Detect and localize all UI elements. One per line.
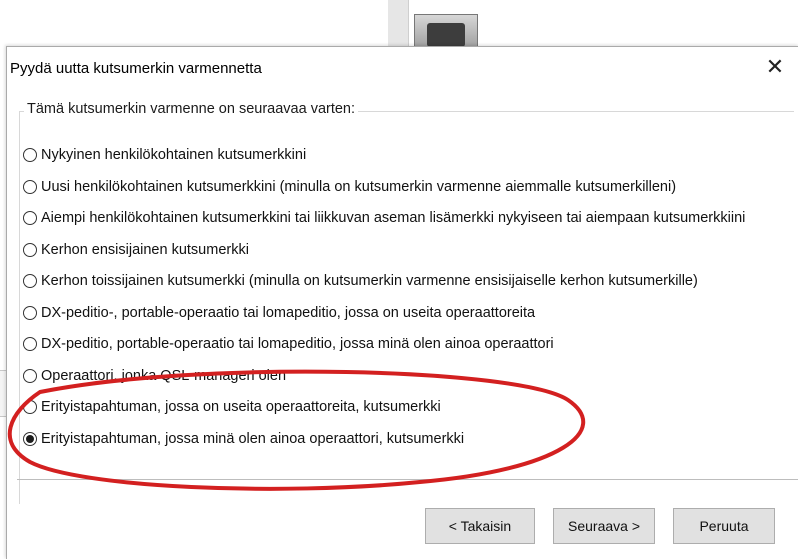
- radio-unchecked-icon[interactable]: [23, 305, 37, 320]
- radio-option-label: Aiempi henkilökohtainen kutsumerkkini ta…: [41, 210, 746, 226]
- radio-option-label: Erityistapahtuman, jossa on useita opera…: [41, 399, 441, 415]
- radio-option-label: Erityistapahtuman, jossa minä olen ainoa…: [41, 430, 465, 447]
- radio-checked-icon[interactable]: [23, 431, 37, 446]
- radio-option-label: Nykyinen henkilökohtainen kutsumerkkini: [41, 147, 307, 163]
- radio-unchecked-icon[interactable]: [23, 400, 37, 414]
- radio-unchecked-icon[interactable]: [23, 274, 37, 288]
- dialog-titlebar: Pyydä uutta kutsumerkin varmennetta ✕: [7, 47, 798, 87]
- radio-option[interactable]: Uusi henkilökohtainen kutsumerkkini (min…: [23, 176, 676, 198]
- radio-unchecked-icon[interactable]: [23, 242, 37, 257]
- back-button[interactable]: < Takaisin: [425, 508, 535, 544]
- radio-option-label: DX-peditio-, portable-operaatio tai loma…: [41, 304, 536, 321]
- close-button[interactable]: ✕: [755, 49, 795, 85]
- radio-unchecked-icon[interactable]: [23, 148, 37, 162]
- radio-option-label: Kerhon ensisijainen kutsumerkki: [41, 241, 249, 258]
- radio-unchecked-icon[interactable]: [23, 368, 37, 383]
- background-window-frame: [388, 0, 409, 46]
- group-label: Tämä kutsumerkin varmenne on seuraavaa v…: [24, 101, 359, 117]
- close-icon: ✕: [765, 54, 785, 79]
- radio-unchecked-icon[interactable]: [23, 211, 37, 225]
- radio-option-label: Kerhon toissijainen kutsumerkki (minulla…: [41, 273, 698, 289]
- radio-option[interactable]: Operaattori, jonka QSL-manageri olen: [23, 365, 286, 387]
- cancel-button[interactable]: Peruuta: [673, 508, 775, 544]
- radio-option-label: Operaattori, jonka QSL-manageri olen: [41, 367, 287, 384]
- button-divider: [17, 479, 798, 480]
- dialog-title: Pyydä uutta kutsumerkin varmennetta: [10, 60, 262, 77]
- radio-option[interactable]: DX-peditio, portable-operaatio tai lomap…: [23, 333, 554, 355]
- radio-option-label: DX-peditio, portable-operaatio tai lomap…: [41, 336, 554, 352]
- radio-option[interactable]: Aiempi henkilökohtainen kutsumerkkini ta…: [23, 207, 745, 229]
- radio-unchecked-icon[interactable]: [23, 179, 37, 194]
- radio-option-label: Uusi henkilökohtainen kutsumerkkini (min…: [41, 178, 677, 195]
- request-certificate-dialog: Pyydä uutta kutsumerkin varmennetta ✕ Tä…: [6, 46, 798, 559]
- background-window: [0, 0, 798, 51]
- radio-option[interactable]: Kerhon ensisijainen kutsumerkki: [23, 239, 249, 261]
- next-button[interactable]: Seuraava >: [553, 508, 655, 544]
- radio-option[interactable]: Kerhon toissijainen kutsumerkki (minulla…: [23, 270, 698, 292]
- radio-unchecked-icon[interactable]: [23, 337, 37, 351]
- radio-option[interactable]: Nykyinen henkilökohtainen kutsumerkkini: [23, 144, 306, 166]
- radio-option[interactable]: Erityistapahtuman, jossa minä olen ainoa…: [23, 428, 464, 450]
- radio-option[interactable]: Erityistapahtuman, jossa on useita opera…: [23, 396, 441, 418]
- radio-option[interactable]: DX-peditio-, portable-operaatio tai loma…: [23, 302, 535, 324]
